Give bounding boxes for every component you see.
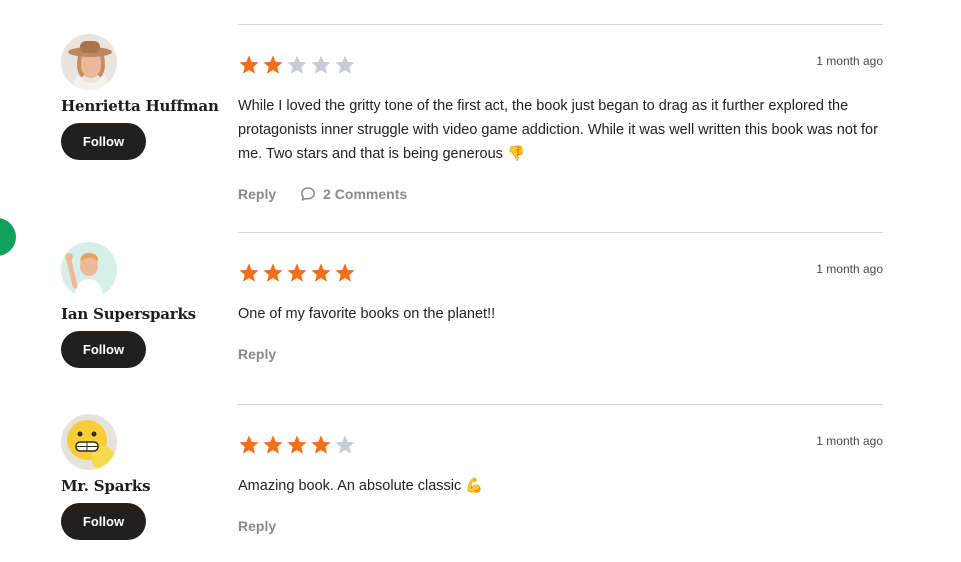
- avatar[interactable]: [61, 414, 117, 470]
- review-divider: [238, 404, 883, 405]
- comments-button[interactable]: 2 Comments: [300, 186, 407, 202]
- star-filled-icon: [311, 263, 331, 282]
- reply-button[interactable]: Reply: [238, 186, 276, 202]
- review-actions: Reply: [238, 518, 883, 534]
- star-empty-icon: [335, 435, 355, 454]
- star-filled-icon: [311, 435, 331, 454]
- reply-label: Reply: [238, 186, 277, 202]
- reply-button[interactable]: Reply: [238, 518, 276, 534]
- star-filled-icon: [239, 263, 259, 282]
- review-timestamp: 1 month ago: [816, 434, 883, 448]
- star-filled-icon: [287, 263, 307, 282]
- star-rating: [238, 262, 883, 284]
- review-text: While I loved the gritty tone of the fir…: [238, 98, 878, 162]
- review-body: 1 month ago While I loved the gritty ton…: [238, 54, 883, 202]
- star-empty-icon: [311, 55, 331, 74]
- comments-count: 2 Comments: [323, 186, 408, 202]
- reviewer-block: Ian Supersparks Follow: [61, 242, 231, 368]
- reviewer-name[interactable]: Ian Supersparks: [61, 305, 231, 323]
- star-filled-icon: [239, 435, 259, 454]
- review-text: Amazing book. An absolute classic 💪: [238, 478, 484, 494]
- floating-action-dot[interactable]: [0, 218, 16, 256]
- review-timestamp: 1 month ago: [816, 262, 883, 276]
- star-rating: [238, 434, 883, 456]
- star-empty-icon: [335, 55, 355, 74]
- top-divider: [238, 24, 883, 25]
- review-divider: [238, 232, 883, 233]
- star-filled-icon: [287, 435, 307, 454]
- waving-character-avatar-icon: [61, 242, 117, 298]
- follow-button[interactable]: Follow: [61, 331, 146, 368]
- review-body: 1 month ago Amazing book. An absolute cl…: [238, 434, 883, 534]
- avatar[interactable]: [61, 242, 117, 298]
- reviewer-block: Henrietta Huffman Follow: [61, 34, 231, 160]
- reply-label: Reply: [238, 518, 277, 534]
- follow-button[interactable]: Follow: [61, 123, 146, 160]
- star-filled-icon: [263, 55, 283, 74]
- review-actions: Reply 2 Comments: [238, 186, 883, 202]
- star-filled-icon: [263, 263, 283, 282]
- speech-bubble-icon: [301, 187, 316, 201]
- star-empty-icon: [287, 55, 307, 74]
- star-filled-icon: [239, 55, 259, 74]
- review-body: 1 month ago One of my favorite books on …: [238, 262, 883, 362]
- reviewer-name[interactable]: Mr. Sparks: [61, 477, 231, 495]
- reviewer-name[interactable]: Henrietta Huffman: [61, 97, 231, 115]
- grinning-emoji-avatar-icon: [61, 414, 117, 470]
- reply-label: Reply: [238, 346, 277, 362]
- review-actions: Reply: [238, 346, 883, 362]
- follow-button[interactable]: Follow: [61, 503, 146, 540]
- woman-with-hat-avatar-icon: [61, 34, 117, 90]
- review-timestamp: 1 month ago: [816, 54, 883, 68]
- reviewer-block: Mr. Sparks Follow: [61, 414, 231, 540]
- star-filled-icon: [335, 263, 355, 282]
- reply-button[interactable]: Reply: [238, 346, 276, 362]
- avatar[interactable]: [61, 34, 117, 90]
- star-rating: [238, 54, 883, 76]
- star-filled-icon: [263, 435, 283, 454]
- review-text: One of my favorite books on the planet!!: [238, 306, 496, 322]
